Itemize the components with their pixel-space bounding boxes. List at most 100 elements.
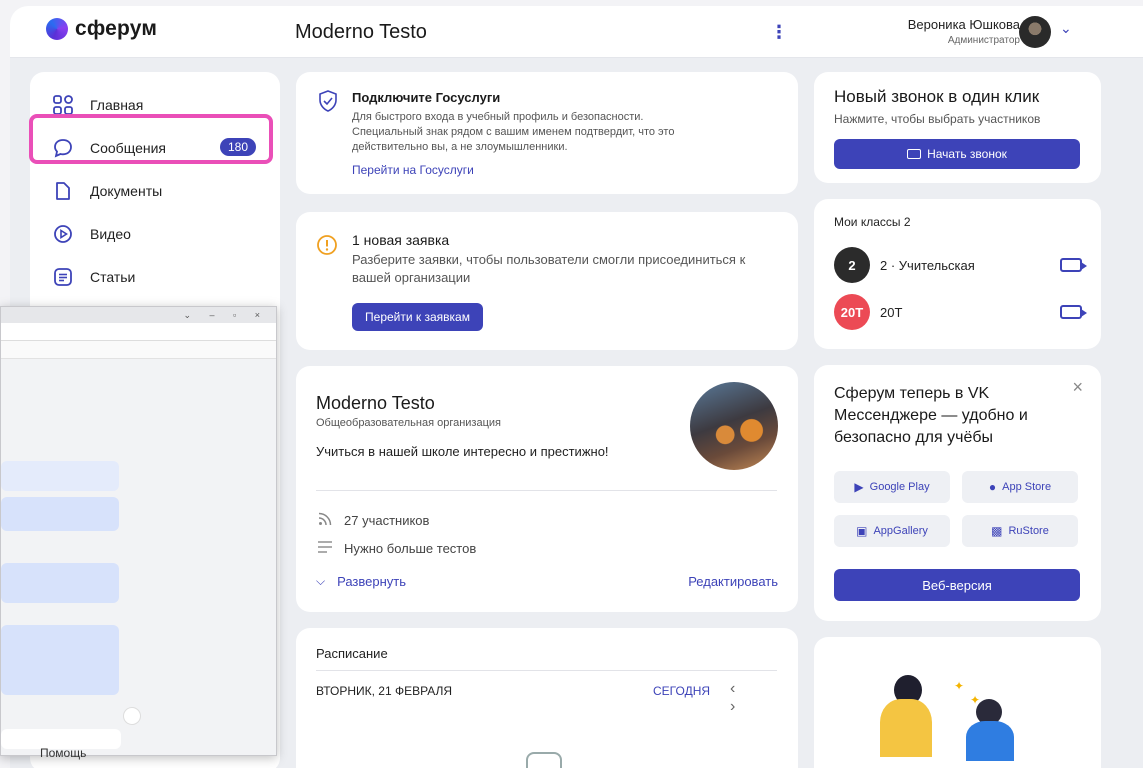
class-avatar: 20T [834, 294, 870, 330]
appgallery-button[interactable]: ▣ AppGallery [834, 515, 950, 547]
gosuslugi-title: Подключите Госуслуги [352, 90, 501, 105]
user-role: Администратор [947, 35, 1020, 46]
sidebar-item-label: Статьи [90, 269, 136, 285]
video-call-icon[interactable] [1060, 305, 1087, 319]
store-label: Google Play [869, 481, 930, 493]
new-call-title: Новый звонок в один клик [834, 87, 1040, 106]
organization-name: Moderno Testo [316, 393, 435, 413]
class-avatar: 2 [834, 247, 870, 283]
message-bubble [1, 563, 119, 603]
expand-label: Развернуть [337, 574, 407, 589]
video-call-icon[interactable] [1060, 258, 1087, 272]
gosuslugi-text: Для быстрого входа в учебный профиль и б… [352, 111, 675, 153]
calendar-icon [526, 752, 562, 768]
message-bubble [1, 625, 119, 695]
overlay-chat-window: ⌄ – ▫ × [0, 306, 277, 756]
gosuslugi-link[interactable]: Перейти на Госуслуги [352, 163, 474, 177]
avatar[interactable] [1019, 16, 1051, 48]
logo-text: сферум [75, 17, 158, 40]
organization-photo [690, 382, 778, 470]
organization-note: Нужно больше тестов [316, 541, 476, 556]
vk-messenger-promo-card: Сферум теперь в VK Мессенджере — удобно … [814, 365, 1101, 621]
sparkle-icon: ✦ [970, 693, 981, 707]
page-title: Moderno Testo [295, 21, 427, 43]
sidebar-item-label: Видео [90, 226, 131, 242]
sidebar-item-video[interactable]: Видео [30, 214, 280, 254]
user-name[interactable]: Вероника Юшкова [908, 17, 1020, 32]
logo-icon [46, 18, 68, 40]
file-message[interactable] [1, 461, 119, 491]
class-name: 2 · Учительская [880, 257, 975, 273]
go-to-requests-button[interactable]: Перейти к заявкам [352, 303, 483, 331]
schedule-card: Расписание ВТОРНИК, 21 ФЕВРАЛЯ СЕГОДНЯ ‹… [296, 628, 798, 768]
google-play-button[interactable]: ▶ Google Play [834, 471, 950, 503]
chevron-down-icon: ⌵ [316, 574, 326, 588]
requests-card: 1 новая заявка Разберите заявки, чтобы п… [296, 212, 798, 350]
more-menu-icon[interactable]: ⋮ [770, 22, 788, 42]
class-row[interactable]: 2 2 · Учительская [834, 247, 1087, 283]
rustore-button[interactable]: ▩ RuStore [962, 515, 1078, 547]
start-call-label: Начать звонок [927, 147, 1007, 161]
article-icon [52, 266, 74, 288]
expand-button[interactable]: ⌵ Развернуть [316, 574, 406, 589]
schedule-title: Расписание [316, 646, 388, 661]
appgallery-icon: ▣ [856, 524, 868, 538]
members-count-label: 27 участников [344, 513, 430, 528]
video-camera-icon [907, 149, 922, 159]
divider [316, 670, 777, 671]
requests-text: Разберите заявки, чтобы пользователи смо… [352, 252, 746, 285]
home-grid-icon [52, 94, 74, 116]
warning-icon [316, 234, 338, 261]
store-label: RuStore [1008, 525, 1049, 537]
browser-toolbar [1, 323, 276, 341]
sidebar-item-articles[interactable]: Статьи [30, 257, 280, 297]
promo-text: Сферум теперь в VK Мессенджере — удобно … [834, 385, 1028, 446]
sparkle-icon: ✦ [954, 679, 965, 693]
illustration-card: ✦ ✦ [814, 637, 1101, 768]
my-classes-card: Мои классы 2 2 2 · Учительская 20T 20T [814, 199, 1101, 349]
members-count[interactable]: 27 участников [316, 512, 429, 529]
document-icon [52, 180, 74, 202]
sidebar-item-messages[interactable]: Сообщения 180 [30, 128, 280, 168]
help-link[interactable]: Помощь [40, 746, 86, 760]
store-label: App Store [1002, 481, 1052, 493]
organization-note-label: Нужно больше тестов [344, 541, 477, 556]
edit-button[interactable]: Редактировать [688, 574, 778, 589]
scroll-down-button[interactable] [123, 707, 141, 725]
gosuslugi-card: Подключите Госуслуги Для быстрого входа … [296, 72, 798, 194]
schedule-date: ВТОРНИК, 21 ФЕВРАЛЯ [316, 684, 453, 698]
sidebar-item-label: Сообщения [90, 140, 166, 156]
play-circle-icon [52, 223, 74, 245]
my-classes-title: Мои классы 2 [834, 215, 911, 229]
chat-header [1, 341, 276, 359]
message-bubble [1, 497, 119, 531]
sidebar-item-home[interactable]: Главная [30, 85, 280, 125]
top-bar: сферум Moderno Testo ⋮ Вероника Юшкова А… [10, 6, 1143, 58]
sidebar-item-documents[interactable]: Документы [30, 171, 280, 211]
store-label: AppGallery [873, 525, 928, 537]
divider [316, 490, 777, 491]
sidebar-item-label: Главная [90, 97, 144, 113]
web-version-button[interactable]: Веб-версия [834, 569, 1080, 601]
close-icon[interactable]: × [1072, 377, 1083, 398]
new-call-subtitle: Нажмите, чтобы выбрать участников [834, 112, 1041, 126]
class-row[interactable]: 20T 20T [834, 294, 1087, 330]
rustore-icon: ▩ [991, 524, 1003, 538]
requests-title: 1 новая заявка [352, 232, 450, 248]
chevron-down-icon[interactable]: ⌄ [1060, 20, 1072, 37]
schedule-nav-arrows[interactable]: ‹ › [730, 680, 798, 716]
class-name: 20T [880, 304, 903, 320]
unread-badge: 180 [219, 138, 256, 156]
person-illustration [880, 699, 932, 757]
start-call-button[interactable]: Начать звонок [834, 139, 1080, 169]
text-lines-icon [316, 541, 334, 556]
window-controls[interactable]: ⌄ – ▫ × [1, 307, 276, 323]
today-button[interactable]: СЕГОДНЯ [653, 684, 710, 698]
sidebar-item-label: Документы [90, 183, 163, 199]
apple-icon: ● [988, 480, 997, 494]
rss-icon [316, 512, 334, 529]
new-call-card: Новый звонок в один клик Нажмите, чтобы … [814, 72, 1101, 183]
logo[interactable]: сферум [46, 17, 157, 41]
app-store-button[interactable]: ● App Store [962, 471, 1078, 503]
organization-card: Moderno Testo Общеобразовательная органи… [296, 366, 798, 612]
